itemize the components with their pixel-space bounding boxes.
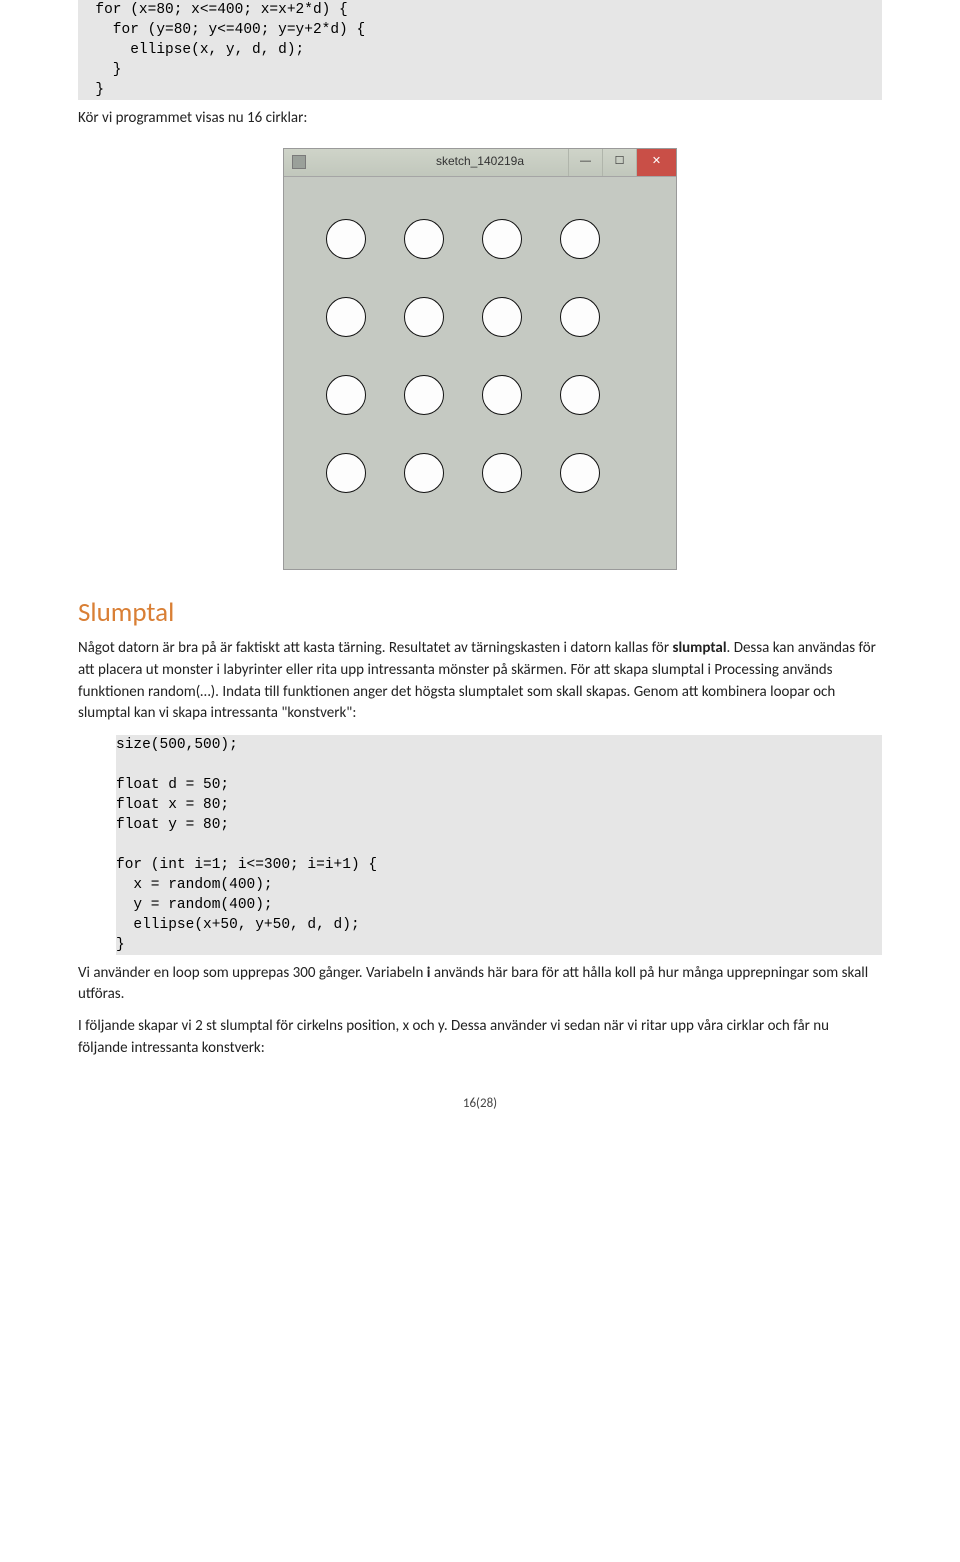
circle [482,297,522,337]
circle [482,453,522,493]
circle [326,453,366,493]
sketch-canvas [284,177,676,569]
paragraph-intro: Kör vi programmet visas nu 16 cirklar: [78,108,882,130]
circle [404,375,444,415]
window-titlebar: sketch_140219a — ☐ ✕ [284,149,676,177]
circle [560,453,600,493]
text: Vi använder en loop som upprepas 300 gån… [78,964,427,982]
term-slumptal: slumptal [672,639,726,657]
paragraph-random-pos: I följande skapar vi 2 st slumptal för c… [78,1016,882,1059]
code-block-top: for (x=80; x<=400; x=x+2*d) { for (y=80;… [78,0,882,100]
page-number: 16(28) [78,1095,882,1114]
section-heading-slumptal: Slumptal [78,594,882,633]
close-button[interactable]: ✕ [636,149,676,176]
circle [560,297,600,337]
text: Något datorn är bra på är faktiskt att k… [78,639,672,657]
sketch-window: sketch_140219a — ☐ ✕ [283,148,677,570]
window-buttons: — ☐ ✕ [568,149,676,176]
window-app-icon [292,155,306,169]
circle [326,219,366,259]
code-block-mid: size(500,500); float d = 50; float x = 8… [116,735,882,955]
circle [404,453,444,493]
paragraph-slumptal-1: Något datorn är bra på är faktiskt att k… [78,638,882,724]
circle [404,297,444,337]
circle [404,219,444,259]
circle [482,375,522,415]
sketch-window-wrap: sketch_140219a — ☐ ✕ [78,148,882,570]
circle [560,219,600,259]
minimize-button[interactable]: — [568,149,602,176]
circle [326,297,366,337]
circle [326,375,366,415]
circle [560,375,600,415]
maximize-button[interactable]: ☐ [602,149,636,176]
circle [482,219,522,259]
paragraph-loop-explain: Vi använder en loop som upprepas 300 gån… [78,963,882,1006]
